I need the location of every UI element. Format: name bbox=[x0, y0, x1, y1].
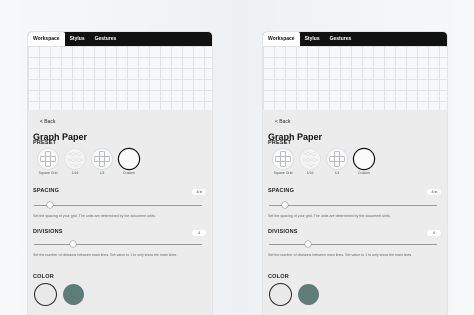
preset-label-1-4: 1/4 bbox=[334, 171, 340, 175]
preset-label-1-4: 1/4 bbox=[99, 171, 105, 175]
preset-options: Square Grid 1/16 1/4 Custom bbox=[34, 149, 184, 177]
preset-custom[interactable]: Custom bbox=[350, 149, 378, 175]
slider-thumb[interactable] bbox=[281, 202, 288, 208]
preset-label-custom: Custom bbox=[357, 171, 371, 175]
divisions-help-text: Set the number of divisions between main… bbox=[268, 253, 413, 257]
preset-1-4[interactable]: 1/4 bbox=[88, 149, 116, 175]
isometric-grid-icon bbox=[300, 149, 320, 169]
square-grid-icon bbox=[38, 149, 58, 169]
slider-thumb[interactable] bbox=[69, 241, 76, 247]
spacing-help-text: Set the spacing of your grid. The units … bbox=[268, 214, 391, 218]
preset-label-square-grid: Square Grid bbox=[38, 171, 58, 175]
divisions-value-badge[interactable]: 4 bbox=[192, 230, 206, 236]
graph-paper-preview bbox=[263, 46, 447, 110]
preset-label: PRESET bbox=[33, 140, 57, 146]
preset-square-grid[interactable]: Square Grid bbox=[34, 149, 62, 175]
tab-workspace[interactable]: Workspace bbox=[263, 32, 300, 46]
back-button[interactable]: < Back bbox=[275, 119, 290, 125]
color-swatch-teal[interactable] bbox=[63, 284, 84, 305]
custom-grid-icon bbox=[119, 149, 139, 169]
divisions-slider[interactable] bbox=[269, 241, 437, 247]
tab-stylus[interactable]: Stylus bbox=[65, 32, 90, 46]
preset-label-square-grid: Square Grid bbox=[273, 171, 293, 175]
preset-square-grid[interactable]: Square Grid bbox=[269, 149, 297, 175]
spacing-label: SPACING bbox=[268, 188, 295, 194]
spacing-value-badge[interactable]: .5 in bbox=[192, 189, 206, 195]
spacing-label: SPACING bbox=[33, 188, 60, 194]
slider-track bbox=[269, 243, 437, 245]
divisions-help-text: Set the number of divisions between main… bbox=[33, 253, 178, 257]
spacing-slider[interactable] bbox=[34, 202, 202, 208]
back-button[interactable]: < Back bbox=[40, 119, 55, 125]
grid-quarter-icon bbox=[327, 149, 347, 169]
preset-label-1-16: 1/16 bbox=[306, 171, 314, 175]
slider-track bbox=[269, 204, 437, 206]
color-swatch-light[interactable] bbox=[270, 284, 291, 305]
tab-workspace[interactable]: Workspace bbox=[28, 32, 65, 46]
tab-stylus[interactable]: Stylus bbox=[300, 32, 325, 46]
preset-custom[interactable]: Custom bbox=[115, 149, 143, 175]
divisions-label: DIVISIONS bbox=[268, 229, 298, 235]
preset-1-4[interactable]: 1/4 bbox=[323, 149, 351, 175]
tab-gestures[interactable]: Gestures bbox=[90, 32, 122, 46]
color-label: COLOR bbox=[268, 274, 289, 280]
color-label: COLOR bbox=[33, 274, 54, 280]
preset-label-custom: Custom bbox=[122, 171, 136, 175]
preset-label: PRESET bbox=[268, 140, 292, 146]
isometric-grid-icon bbox=[65, 149, 85, 169]
tablet-screen-left: Workspace Stylus Gestures < Back Graph P… bbox=[28, 32, 212, 315]
grid-quarter-icon bbox=[92, 149, 112, 169]
divisions-slider[interactable] bbox=[34, 241, 202, 247]
tab-bar: Workspace Stylus Gestures bbox=[28, 32, 212, 46]
slider-thumb[interactable] bbox=[46, 202, 53, 208]
spacing-value-badge[interactable]: .5 in bbox=[427, 189, 441, 195]
slider-thumb[interactable] bbox=[304, 241, 311, 247]
divisions-label: DIVISIONS bbox=[33, 229, 63, 235]
tab-gestures[interactable]: Gestures bbox=[325, 32, 357, 46]
slider-track bbox=[34, 204, 202, 206]
preset-options: Square Grid 1/16 1/4 Custom bbox=[269, 149, 419, 177]
slider-track bbox=[34, 243, 202, 245]
preset-label-1-16: 1/16 bbox=[71, 171, 79, 175]
graph-paper-preview bbox=[28, 46, 212, 110]
tablet-screen-right: Workspace Stylus Gestures < Back Graph P… bbox=[263, 32, 447, 315]
spacing-slider[interactable] bbox=[269, 202, 437, 208]
tab-bar: Workspace Stylus Gestures bbox=[263, 32, 447, 46]
divisions-value-badge[interactable]: 4 bbox=[427, 230, 441, 236]
preset-1-16[interactable]: 1/16 bbox=[296, 149, 324, 175]
spacing-help-text: Set the spacing of your grid. The units … bbox=[33, 214, 156, 218]
square-grid-icon bbox=[273, 149, 293, 169]
color-swatch-light[interactable] bbox=[35, 284, 56, 305]
preset-1-16[interactable]: 1/16 bbox=[61, 149, 89, 175]
custom-grid-icon bbox=[354, 149, 374, 169]
color-swatch-teal[interactable] bbox=[298, 284, 319, 305]
